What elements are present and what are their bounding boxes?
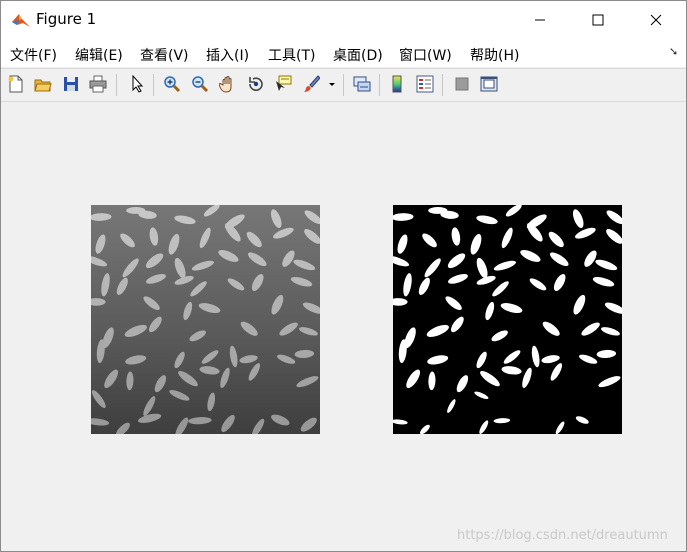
save-icon (64, 77, 78, 91)
minimize-icon (535, 19, 545, 21)
menu-tools[interactable]: 工具(T) (268, 45, 315, 65)
maximize-button[interactable] (575, 1, 621, 39)
print-button[interactable] (87, 73, 109, 95)
menu-help[interactable]: 帮助(H) (470, 45, 519, 65)
edit-plot-icon (132, 75, 144, 93)
brush-icon (304, 75, 320, 92)
rice-grayscale-image[interactable] (91, 205, 320, 434)
minimize-button[interactable] (517, 1, 563, 39)
toolbar-separator (379, 74, 380, 96)
open-file-button[interactable] (32, 73, 54, 95)
print-icon (89, 75, 107, 93)
hide-plot-tools-icon (455, 77, 469, 91)
window-title: Figure 1 (36, 10, 97, 28)
insert-legend-button[interactable] (414, 73, 436, 95)
toolbar-separator (116, 74, 117, 96)
toolbar-separator (153, 74, 154, 96)
rice-binary-image[interactable] (393, 205, 622, 434)
close-button[interactable] (633, 1, 679, 39)
zoom-in-icon (164, 76, 181, 93)
brush-menu-icon (329, 83, 335, 86)
save-button[interactable] (60, 73, 82, 95)
figure-toolbar (1, 68, 686, 102)
menu-file[interactable]: 文件(F) (10, 45, 57, 65)
matlab-logo-icon (12, 14, 30, 27)
link-plot-icon (353, 76, 371, 92)
zoom-out-icon (192, 76, 209, 93)
menu-window[interactable]: 窗口(W) (399, 45, 452, 65)
show-plot-tools-icon (480, 76, 498, 92)
zoom-out-button[interactable] (189, 73, 211, 95)
new-figure-icon (8, 75, 23, 93)
show-plot-tools-button[interactable] (478, 73, 500, 95)
insert-legend-icon (416, 75, 434, 93)
grayscale-rice-picture (91, 205, 320, 434)
figure-window: Figure 1 文件(F) 编辑(E) 查看(V) 插入(I) 工具(T) 桌… (0, 0, 687, 552)
brush-dropdown-button[interactable] (325, 73, 339, 95)
toolbar-dock-arrow-icon[interactable]: ➘ (669, 45, 678, 58)
insert-colorbar-button[interactable] (386, 73, 408, 95)
open-file-icon (34, 79, 52, 92)
rotate-3d-button[interactable] (245, 73, 267, 95)
data-cursor-icon (276, 75, 292, 91)
toolbar-separator (343, 74, 344, 96)
pan-button[interactable] (217, 73, 239, 95)
rotate-3d-icon (249, 77, 263, 91)
maximize-icon (592, 14, 604, 26)
title-bar[interactable]: Figure 1 (1, 1, 686, 39)
binary-rice-picture (393, 205, 622, 434)
zoom-in-button[interactable] (161, 73, 183, 95)
menu-insert[interactable]: 插入(I) (206, 45, 249, 65)
toolbar-separator (442, 74, 443, 96)
menu-edit[interactable]: 编辑(E) (75, 45, 123, 65)
menu-view[interactable]: 查看(V) (140, 45, 189, 65)
data-cursor-button[interactable] (272, 73, 294, 95)
insert-colorbar-icon (392, 75, 402, 93)
menu-bar: 文件(F) 编辑(E) 查看(V) 插入(I) 工具(T) 桌面(D) 窗口(W… (1, 39, 686, 67)
edit-plot-button[interactable] (126, 73, 148, 95)
link-plot-button[interactable] (351, 73, 373, 95)
new-figure-button[interactable] (5, 73, 27, 95)
menu-desktop[interactable]: 桌面(D) (333, 45, 383, 65)
close-icon (650, 14, 662, 26)
watermark-text: https://blog.csdn.net/dreautumn (457, 528, 668, 543)
hide-plot-tools-button[interactable] (451, 73, 473, 95)
pan-icon (219, 76, 232, 93)
brush-button[interactable] (300, 73, 322, 95)
